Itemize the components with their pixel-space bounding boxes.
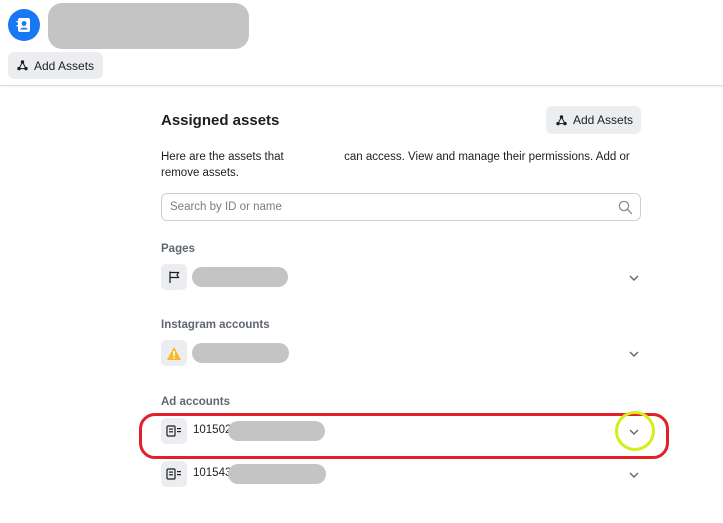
ad-account-row[interactable]: 101543 [161, 461, 641, 487]
instagram-heading: Instagram accounts [161, 319, 270, 331]
person-badge-icon[interactable] [8, 9, 40, 41]
share-nodes-icon [556, 114, 567, 125]
redacted-ad-account-id [228, 464, 326, 484]
chevron-down-icon[interactable] [627, 347, 641, 361]
search-input[interactable] [170, 201, 590, 213]
redacted-page-name [192, 267, 288, 287]
description-start: Here are the assets that [161, 151, 284, 163]
search-icon[interactable] [618, 200, 633, 215]
warning-icon [161, 340, 187, 366]
ad-account-icon [161, 418, 187, 444]
ad-account-id: 101502 [193, 424, 232, 436]
page-row[interactable] [161, 264, 641, 290]
add-assets-label: Add Assets [573, 113, 634, 127]
ad-account-row[interactable]: 101502 [161, 418, 641, 444]
page-title: Assigned assets [161, 112, 280, 129]
redacted-user-name [286, 151, 341, 162]
chevron-down-icon[interactable] [627, 468, 641, 482]
redacted-ad-account-id [228, 421, 325, 441]
search-field[interactable] [161, 193, 641, 221]
add-assets-button[interactable]: Add Assets [546, 106, 641, 134]
ad-account-icon [161, 461, 187, 487]
redacted-instagram-name [192, 343, 289, 363]
chevron-down-icon[interactable] [627, 271, 641, 285]
share-nodes-icon [17, 60, 28, 71]
pages-heading: Pages [161, 243, 195, 255]
redacted-name [48, 3, 249, 49]
ad-account-id: 101543 [193, 467, 232, 479]
description: Here are the assets that can access. Vie… [161, 149, 641, 181]
instagram-row[interactable] [161, 340, 641, 366]
header-add-assets-button[interactable]: Add Assets [8, 52, 103, 79]
chevron-down-icon[interactable] [627, 425, 641, 439]
header: Add Assets [0, 0, 723, 86]
ad-accounts-heading: Ad accounts [161, 396, 231, 408]
flag-icon [161, 264, 187, 290]
header-add-assets-label: Add Assets [34, 58, 95, 73]
